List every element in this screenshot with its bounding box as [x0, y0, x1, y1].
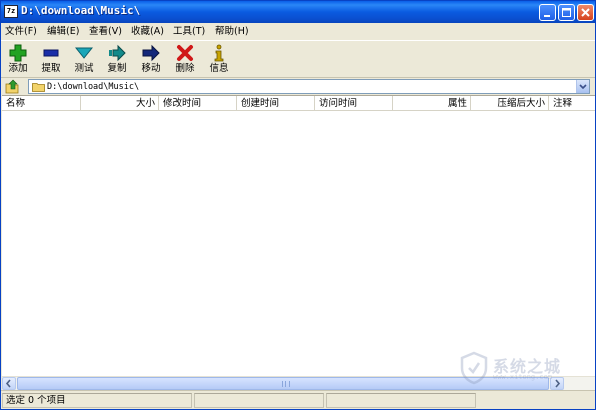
delete-label: 删除 [175, 63, 195, 74]
minus-icon [43, 49, 59, 57]
delete-x-icon [177, 45, 193, 61]
status-selection-panel: 选定 0 个项目 [2, 393, 192, 408]
plus-icon [9, 44, 27, 62]
test-button[interactable]: 测试 [68, 42, 100, 78]
check-down-icon [75, 47, 93, 59]
watermark: 系统之城 www.xitong.com [459, 351, 596, 391]
info-label: 信息 [209, 63, 229, 74]
address-input[interactable]: D:\download\Music\ [28, 79, 590, 94]
watermark-url: www.xitong.com [493, 373, 553, 381]
column-comment[interactable]: 注释 [549, 96, 595, 111]
scroll-left-button[interactable] [2, 377, 16, 390]
status-panel-2 [194, 393, 324, 408]
maximize-button[interactable] [558, 4, 575, 21]
folder-icon [32, 83, 45, 92]
minimize-button[interactable] [539, 4, 556, 21]
menu-favorites[interactable]: 收藏(A) [131, 25, 164, 38]
file-list[interactable]: 名称 大小 修改时间 创建时间 访问时间 属性 压缩后大小 注释 [2, 95, 595, 376]
app-window: 7z D:\download\Music\ 文件(F) 编辑(E) 查看(V) … [0, 0, 596, 410]
copy-arrow-icon [109, 44, 126, 62]
shield-icon [460, 351, 488, 385]
copy-button[interactable]: 复制 [101, 42, 133, 78]
toolbar: 添加 提取 测试 复制 移动 删除 信息 [1, 40, 595, 78]
add-label: 添加 [8, 63, 28, 74]
close-icon [581, 8, 590, 17]
delete-button[interactable]: 删除 [169, 42, 201, 78]
address-path: D:\download\Music\ [47, 82, 140, 92]
move-button[interactable]: 移动 [135, 42, 167, 78]
info-icon [214, 44, 224, 62]
chevron-down-icon [579, 84, 587, 90]
close-button[interactable] [577, 4, 594, 21]
scroll-grip [282, 381, 290, 387]
column-accessed[interactable]: 访问时间 [315, 96, 393, 111]
up-folder-button[interactable] [4, 79, 20, 94]
move-label: 移动 [141, 63, 161, 74]
column-header-row: 名称 大小 修改时间 创建时间 访问时间 属性 压缩后大小 注释 [2, 96, 595, 111]
minimize-icon [544, 15, 550, 17]
column-size[interactable]: 大小 [81, 96, 159, 111]
app-icon: 7z [4, 5, 18, 18]
add-button[interactable]: 添加 [2, 42, 34, 78]
column-name[interactable]: 名称 [2, 96, 81, 111]
address-dropdown-button[interactable] [576, 80, 589, 93]
maximize-icon [562, 8, 571, 17]
address-bar: D:\download\Music\ [1, 78, 595, 95]
menu-help[interactable]: 帮助(H) [215, 25, 249, 38]
status-panel-3 [326, 393, 476, 408]
column-attributes[interactable]: 属性 [393, 96, 471, 111]
menu-tools[interactable]: 工具(T) [173, 25, 205, 38]
copy-label: 复制 [107, 63, 127, 74]
extract-label: 提取 [41, 63, 61, 74]
column-created[interactable]: 创建时间 [237, 96, 315, 111]
up-folder-icon [5, 79, 19, 94]
status-bar: 选定 0 个项目 [1, 390, 595, 409]
title-bar[interactable]: 7z D:\download\Music\ [1, 1, 595, 23]
move-arrow-icon [142, 44, 160, 62]
column-packed-size[interactable]: 压缩后大小 [471, 96, 549, 111]
info-button[interactable]: 信息 [203, 42, 235, 78]
menu-bar: 文件(F) 编辑(E) 查看(V) 收藏(A) 工具(T) 帮助(H) [1, 23, 595, 40]
chevron-left-icon [5, 379, 11, 388]
column-modified[interactable]: 修改时间 [159, 96, 237, 111]
extract-button[interactable]: 提取 [35, 42, 67, 78]
window-title: D:\download\Music\ [21, 4, 141, 17]
status-selection-text: 选定 0 个项目 [6, 395, 66, 406]
menu-edit[interactable]: 编辑(E) [47, 25, 79, 38]
menu-view[interactable]: 查看(V) [89, 25, 122, 38]
menu-file[interactable]: 文件(F) [5, 25, 37, 38]
test-label: 测试 [74, 63, 94, 74]
